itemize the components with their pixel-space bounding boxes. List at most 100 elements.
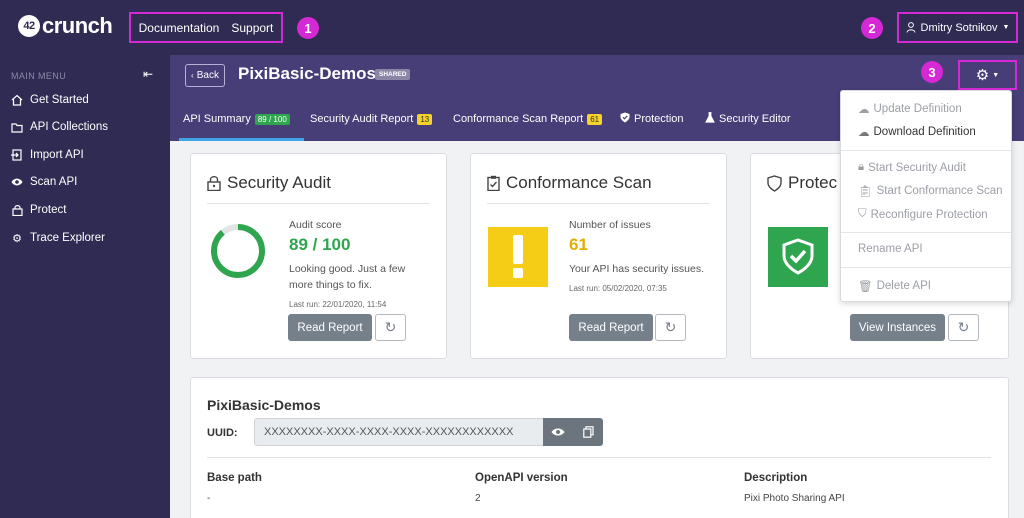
dropdown-separator [841, 150, 1011, 151]
user-name: Dmitry Sotnikov [920, 21, 998, 34]
description-label: Description [744, 472, 808, 484]
base-path-value: - [207, 493, 211, 504]
dropdown-item-label: Delete API [876, 280, 931, 292]
dropdown-item-label: Update Definition [873, 103, 962, 115]
shield-icon: ⛉ [858, 208, 867, 220]
sidebar: MAIN MENU ⇤ Get Started API Collections … [0, 55, 170, 518]
sidebar-item-label: Trace Explorer [30, 232, 105, 244]
audit-score-label: Audit score [289, 219, 342, 231]
uuid-field[interactable] [254, 418, 544, 446]
conformance-scan-title: Conformance Scan [506, 173, 652, 192]
page-title: PixiBasic-Demos [238, 64, 376, 83]
crunch-logo[interactable]: 42 crunch [18, 13, 113, 39]
scan-text: Your API has security issues. [569, 263, 705, 275]
settings-menu-button[interactable]: ⚙ ▼ [958, 60, 1017, 90]
folder-icon [11, 121, 23, 133]
dropdown-separator [841, 232, 1011, 233]
home-icon [11, 94, 23, 106]
cloud-download-icon: ☁ [858, 127, 870, 139]
gear-icon: ⚙ [12, 232, 22, 245]
audit-read-report-button[interactable]: Read Report [288, 314, 372, 341]
dropdown-item-start-conformance-scan[interactable]: 📋︎ Start Conformance Scan [858, 184, 1003, 198]
dropdown-item-download-definition[interactable]: ☁ Download Definition [858, 125, 976, 139]
uuid-label: UUID: [207, 427, 238, 439]
sidebar-item-label: Protect [30, 204, 67, 216]
settings-dropdown: ☁ Update Definition ☁ Download Definitio… [840, 90, 1012, 302]
dropdown-item-label: Reconfigure Protection [870, 208, 988, 221]
audit-refresh-button[interactable]: ↻ [375, 314, 406, 341]
refresh-icon: ↻ [957, 319, 970, 335]
divider [207, 457, 991, 458]
view-instances-button[interactable]: View Instances [850, 314, 945, 341]
support-link[interactable]: Support [231, 21, 273, 35]
tab-label: Security Audit Report [310, 113, 414, 125]
dropdown-item-label: Start Conformance Scan [876, 185, 1003, 197]
caret-down-icon: ▼ [992, 71, 1000, 79]
user-menu-button[interactable]: Dmitry Sotnikov ▼ [897, 12, 1018, 43]
security-audit-title: Security Audit [227, 173, 331, 192]
description-value: Pixi Photo Sharing API [744, 493, 845, 504]
tab-conformance-scan-report[interactable]: Conformance Scan Report 61 [453, 97, 603, 141]
openapi-version-value: 2 [475, 493, 481, 504]
security-audit-card: Security Audit Audit score 89 / 100 Look… [190, 153, 447, 359]
dropdown-item-update-definition[interactable]: ☁ Update Definition [858, 102, 962, 116]
back-button[interactable]: ‹ Back [185, 64, 225, 87]
logo-text: crunch [42, 13, 113, 38]
show-uuid-button[interactable] [543, 418, 573, 446]
conformance-scan-card: Conformance Scan Number of issues 61 You… [470, 153, 727, 359]
sidebar-item-scan-api[interactable]: Scan API [11, 176, 77, 188]
tab-protection[interactable]: Protection [620, 97, 684, 141]
import-icon [11, 149, 23, 161]
card-title: Security Audit [207, 173, 331, 193]
callout-2: 2 [861, 17, 883, 39]
details-title: PixiBasic-Demos [207, 397, 321, 413]
eye-icon [11, 176, 23, 188]
sidebar-item-trace-explorer[interactable]: ⚙ Trace Explorer [11, 232, 105, 245]
menu-title: MAIN MENU [11, 71, 67, 81]
tab-label: API Summary [183, 113, 251, 125]
clipboard-check-icon [487, 175, 500, 191]
issues-label: Number of issues [569, 219, 651, 231]
copy-uuid-button[interactable] [573, 418, 603, 446]
base-path-label: Base path [207, 472, 262, 484]
sidebar-item-protect[interactable]: Protect [11, 204, 66, 216]
lock-icon [11, 204, 23, 216]
top-links-highlight: Documentation Support [129, 12, 283, 43]
sidebar-item-label: Scan API [30, 176, 78, 188]
documentation-link[interactable]: Documentation [139, 21, 220, 35]
tab-security-editor[interactable]: Security Editor [705, 97, 791, 141]
openapi-version-label: OpenAPI version [475, 472, 568, 484]
dropdown-item-start-security-audit[interactable]: 🔒︎ Start Security Audit [858, 161, 966, 174]
dropdown-item-label: Start Security Audit [868, 161, 966, 174]
tab-security-audit-report[interactable]: Security Audit Report 13 [310, 97, 433, 141]
sidebar-item-label: API Collections [30, 121, 108, 133]
protection-title: Protec [788, 173, 838, 192]
tab-label: Security Editor [719, 113, 791, 125]
callout-1: 1 [297, 17, 319, 39]
lock-icon: 🔒︎ [858, 161, 865, 173]
cloud-upload-icon: ☁ [858, 104, 870, 116]
tab-api-summary[interactable]: API Summary 89 / 100 [179, 97, 304, 141]
dropdown-item-delete-api[interactable]: 🗑︎ Delete API [858, 279, 931, 293]
sidebar-item-get-started[interactable]: Get Started [11, 94, 89, 106]
scan-refresh-button[interactable]: ↻ [655, 314, 686, 341]
logo-badge: 42 [18, 15, 40, 37]
collapse-sidebar-icon[interactable]: ⇤ [143, 67, 153, 81]
callout-3: 3 [921, 61, 943, 83]
issues-badge: 13 [417, 113, 433, 125]
back-label: Back [196, 70, 219, 81]
shared-badge: SHARED [375, 69, 411, 80]
scan-read-report-button[interactable]: Read Report [569, 314, 653, 341]
protection-refresh-button[interactable]: ↻ [948, 314, 979, 341]
shield-icon [620, 112, 630, 126]
dropdown-item-rename-api[interactable]: Rename API [858, 243, 923, 255]
lock-icon [207, 176, 221, 191]
dropdown-item-label: Rename API [858, 243, 923, 255]
dropdown-item-reconfigure-protection[interactable]: ⛉ Reconfigure Protection [858, 208, 988, 221]
scan-last-run: Last run: 05/02/2020, 07:35 [569, 284, 667, 293]
score-ring [211, 224, 265, 278]
audit-score-value: 89 / 100 [289, 235, 351, 254]
sidebar-item-api-collections[interactable]: API Collections [11, 121, 108, 133]
trash-icon: 🗑︎ [858, 281, 873, 293]
sidebar-item-import-api[interactable]: Import API [11, 149, 84, 161]
